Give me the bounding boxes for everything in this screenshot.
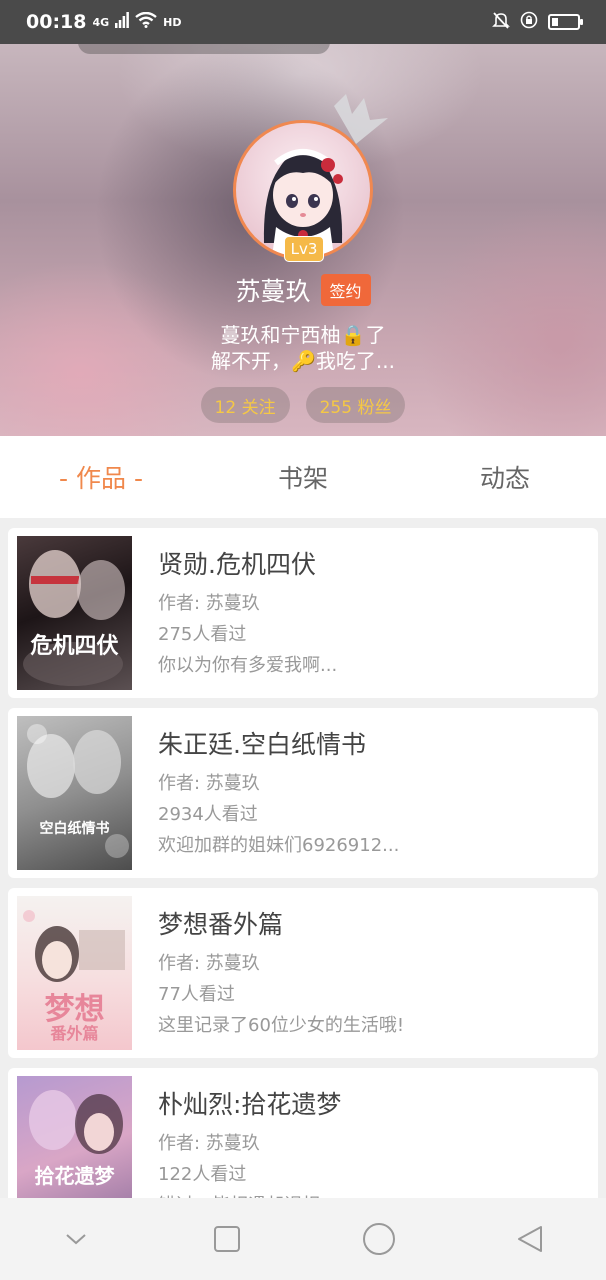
book-title[interactable]: 朱正廷.空白纸情书 — [158, 728, 586, 762]
book-card[interactable]: 拾花遗梦 朴灿烈:拾花遗梦 作者: 苏蔓玖 122人看过 错过，皆相遇却误相 — [8, 1068, 598, 1198]
book-cover[interactable]: 梦想 番外篇 — [17, 896, 132, 1050]
cover-title: 拾花遗梦 — [34, 1164, 115, 1188]
bio-line-2: 解不开，🔑我吃了... — [211, 349, 395, 373]
rotation-lock-icon — [520, 11, 538, 33]
network-type: 4G — [92, 15, 110, 29]
tab-works[interactable]: - 作品 - — [0, 459, 202, 495]
back-triangle-icon[interactable] — [500, 1209, 560, 1269]
profile-header: Lv3 苏蔓玖 签约 蔓玖和宁西柚🔒了 解不开，🔑我吃了... 12 关注 25… — [0, 44, 606, 436]
book-views: 122人看过 — [158, 1164, 247, 1185]
status-right — [492, 11, 583, 33]
bio-line-1: 蔓玖和宁西柚🔒了 — [220, 323, 386, 347]
profile-name: 苏蔓玖 — [235, 277, 311, 306]
book-intro: 你以为你有多爱我啊... — [158, 655, 338, 676]
book-cover[interactable]: 危机四伏 — [17, 536, 132, 690]
name-row: 苏蔓玖 签约 — [0, 270, 606, 310]
book-card[interactable]: 危机四伏 贤勋.危机四伏 作者: 苏蔓玖 275人看过 你以为你有多爱我啊... — [8, 528, 598, 698]
book-author: 作者: 苏蔓玖 — [158, 773, 260, 794]
book-title[interactable]: 梦想番外篇 — [158, 908, 586, 942]
system-nav-bar — [0, 1198, 606, 1280]
book-author: 作者: 苏蔓玖 — [158, 593, 260, 614]
hd-indicator: HD — [163, 15, 182, 29]
stats-row: 12 关注 255 粉丝 — [0, 387, 606, 423]
book-info: 朱正廷.空白纸情书 作者: 苏蔓玖 2934人看过 欢迎加群的姐妹们692691… — [158, 728, 586, 861]
battery-icon — [548, 14, 583, 30]
chevron-down-icon[interactable] — [46, 1209, 106, 1269]
cover-title: 危机四伏 — [30, 633, 119, 659]
tab-bar: - 作品 - 书架 动态 — [0, 436, 606, 518]
signal-icon — [115, 11, 130, 33]
mute-bell-icon — [492, 11, 510, 33]
book-title[interactable]: 贤勋.危机四伏 — [158, 548, 586, 582]
status-left: 00:18 4G HD — [26, 11, 182, 33]
book-list: 危机四伏 贤勋.危机四伏 作者: 苏蔓玖 275人看过 你以为你有多爱我啊...… — [0, 518, 606, 1198]
following-button[interactable]: 12 关注 — [200, 387, 290, 423]
home-circle-icon[interactable] — [349, 1209, 409, 1269]
book-info: 梦想番外篇 作者: 苏蔓玖 77人看过 这里记录了60位少女的生活哦! — [158, 908, 586, 1041]
book-title[interactable]: 朴灿烈:拾花遗梦 — [158, 1088, 586, 1122]
status-bar: 00:18 4G HD — [0, 0, 606, 44]
book-card[interactable]: 梦想 番外篇 梦想番外篇 作者: 苏蔓玖 77人看过 这里记录了60位少女的生活… — [8, 888, 598, 1058]
book-intro: 这里记录了60位少女的生活哦! — [158, 1015, 405, 1036]
cover-title: 空白纸情书 — [39, 821, 110, 837]
level-badge: Lv3 — [284, 236, 324, 262]
signed-badge: 签约 — [320, 274, 371, 306]
book-views: 77人看过 — [158, 984, 235, 1005]
book-info: 贤勋.危机四伏 作者: 苏蔓玖 275人看过 你以为你有多爱我啊... — [158, 548, 586, 681]
wifi-icon — [135, 11, 157, 33]
book-author: 作者: 苏蔓玖 — [158, 1133, 260, 1154]
book-views: 2934人看过 — [158, 804, 258, 825]
book-views: 275人看过 — [158, 624, 247, 645]
book-intro: 错过，皆相遇却误相 — [158, 1190, 586, 1198]
book-card[interactable]: 空白纸情书 朱正廷.空白纸情书 作者: 苏蔓玖 2934人看过 欢迎加群的姐妹们… — [8, 708, 598, 878]
search-pill[interactable] — [78, 44, 330, 54]
tab-bookshelf[interactable]: 书架 — [202, 459, 404, 495]
recents-square-icon[interactable] — [197, 1209, 257, 1269]
book-author: 作者: 苏蔓玖 — [158, 953, 260, 974]
profile-bio: 蔓玖和宁西柚🔒了 解不开，🔑我吃了... — [0, 322, 606, 374]
cover-subtitle: 番外篇 — [50, 1024, 99, 1043]
book-intro: 欢迎加群的姐妹们6926912... — [158, 835, 400, 856]
battery-level — [552, 18, 559, 26]
status-time: 00:18 — [26, 11, 87, 33]
cover-art-icon — [27, 724, 129, 858]
followers-button[interactable]: 255 粉丝 — [305, 387, 406, 423]
book-cover[interactable]: 空白纸情书 — [17, 716, 132, 870]
tab-activity[interactable]: 动态 — [404, 459, 606, 495]
book-info: 朴灿烈:拾花遗梦 作者: 苏蔓玖 122人看过 错过，皆相遇却误相 — [158, 1088, 586, 1198]
book-cover[interactable]: 拾花遗梦 — [17, 1076, 132, 1198]
cover-art-icon — [23, 550, 125, 686]
